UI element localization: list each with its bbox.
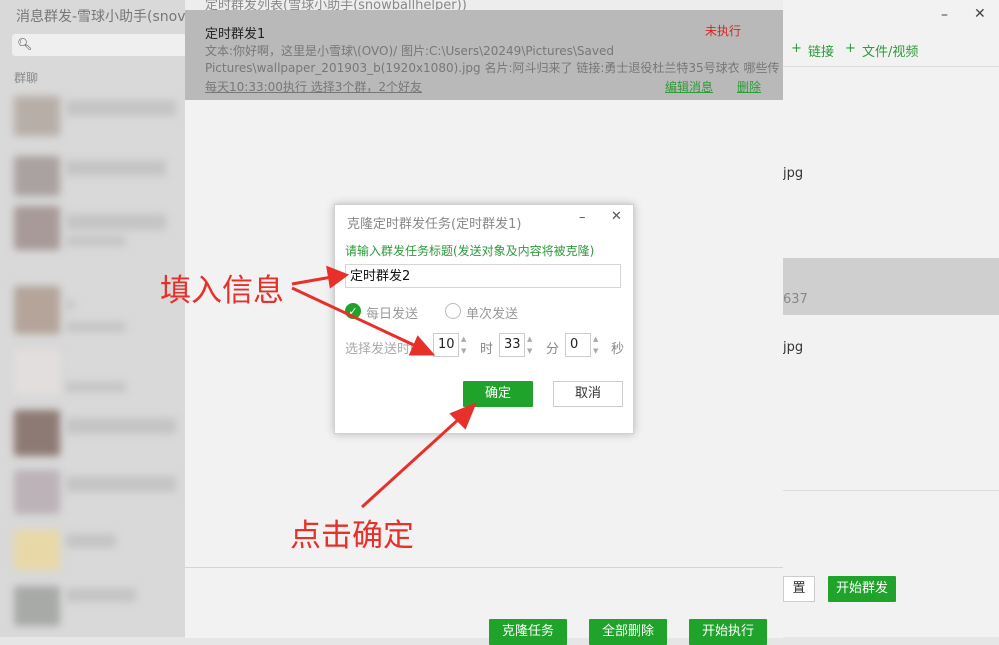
arrow-to-time-head bbox=[408, 335, 436, 356]
annotation-click-ok: 点击确定 bbox=[290, 518, 414, 554]
arrow-to-input-line bbox=[291, 275, 333, 286]
annotation-arrows bbox=[291, 265, 477, 509]
arrow-to-ok-line bbox=[360, 416, 462, 509]
arrow-to-input-head bbox=[326, 265, 350, 289]
arrow-to-time-line bbox=[291, 286, 419, 349]
annotation-fill-info: 填入信息 bbox=[160, 273, 284, 309]
